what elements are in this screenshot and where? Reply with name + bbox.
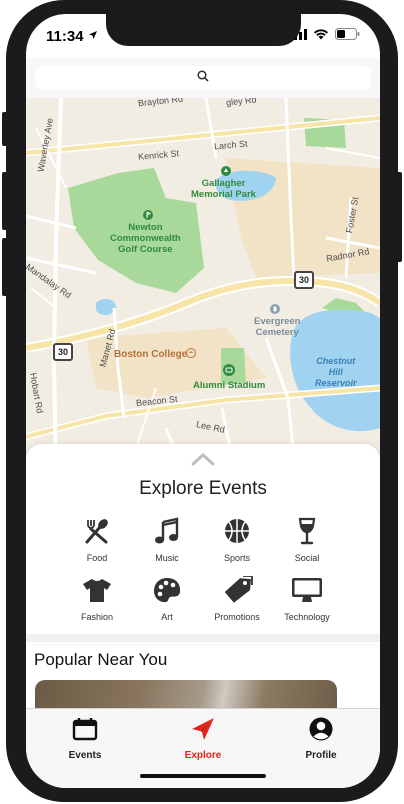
search-icon [197, 69, 209, 87]
event-map[interactable]: Brayton Rd gley Rd Kenrick St Larch St W… [26, 98, 380, 478]
tab-label: Profile [305, 750, 337, 761]
place-label-newton[interactable]: Newton Commonwealth Golf Course [110, 222, 181, 255]
battery-icon [335, 27, 360, 45]
place-label-reservoir[interactable]: Chestnut Hill Reservoir [315, 356, 357, 389]
tags-icon [220, 575, 254, 605]
explore-sheet: Explore Events Food Music Sports Social … [26, 444, 380, 644]
category-label: Fashion [80, 612, 114, 622]
tab-events[interactable]: Events [40, 717, 130, 788]
category-music[interactable]: Music [132, 516, 202, 563]
route-shield: 30 [53, 343, 73, 361]
category-social[interactable]: Social [272, 516, 342, 563]
place-label-boston-college[interactable]: Boston College [114, 349, 187, 360]
music-note-icon [150, 516, 184, 546]
category-label: Social [294, 553, 320, 563]
place-label-gallagher[interactable]: Gallagher Memorial Park [191, 178, 256, 200]
monitor-icon [290, 575, 324, 605]
chevron-up-icon[interactable] [191, 452, 215, 471]
category-grid: Food Music Sports Social Fashion Art Pro… [62, 516, 344, 622]
category-technology[interactable]: Technology [272, 575, 342, 622]
utensils-icon [80, 516, 114, 546]
search-area [26, 58, 380, 98]
basketball-icon [220, 516, 254, 546]
paper-plane-icon [190, 717, 216, 746]
wine-glass-icon [290, 516, 324, 546]
search-bar[interactable] [35, 66, 371, 90]
status-time: 11:34 [46, 27, 84, 45]
place-label-evergreen[interactable]: Evergreen Cemetery [254, 316, 300, 338]
tab-label: Events [68, 750, 102, 761]
location-arrow-icon [88, 27, 98, 45]
category-fashion[interactable]: Fashion [62, 575, 132, 622]
calendar-icon [72, 717, 98, 746]
tshirt-icon [80, 575, 114, 605]
notch [106, 14, 301, 46]
category-art[interactable]: Art [132, 575, 202, 622]
category-label: Technology [284, 612, 330, 622]
category-label: Music [155, 553, 179, 563]
category-label: Food [86, 553, 108, 563]
home-indicator[interactable] [140, 774, 266, 778]
route-shield: 30 [294, 271, 314, 289]
category-label: Art [161, 612, 173, 622]
category-label: Sports [223, 553, 250, 563]
user-circle-icon [309, 717, 333, 746]
tab-profile[interactable]: Profile [276, 717, 366, 788]
palette-icon [150, 575, 184, 605]
category-promotions[interactable]: Promotions [202, 575, 272, 622]
category-label: Promotions [214, 612, 260, 622]
category-food[interactable]: Food [62, 516, 132, 563]
tab-label: Explore [184, 750, 222, 761]
wifi-icon [313, 27, 329, 45]
category-sports[interactable]: Sports [202, 516, 272, 563]
section-divider [26, 634, 380, 642]
explore-title: Explore Events [139, 478, 267, 499]
popular-title: Popular Near You [34, 650, 168, 669]
app-screen: 11:34 Brayton Rd gley Rd Kenrick St Larc… [26, 14, 380, 788]
place-label-alumni-stadium[interactable]: Alumni Stadium [193, 380, 265, 391]
